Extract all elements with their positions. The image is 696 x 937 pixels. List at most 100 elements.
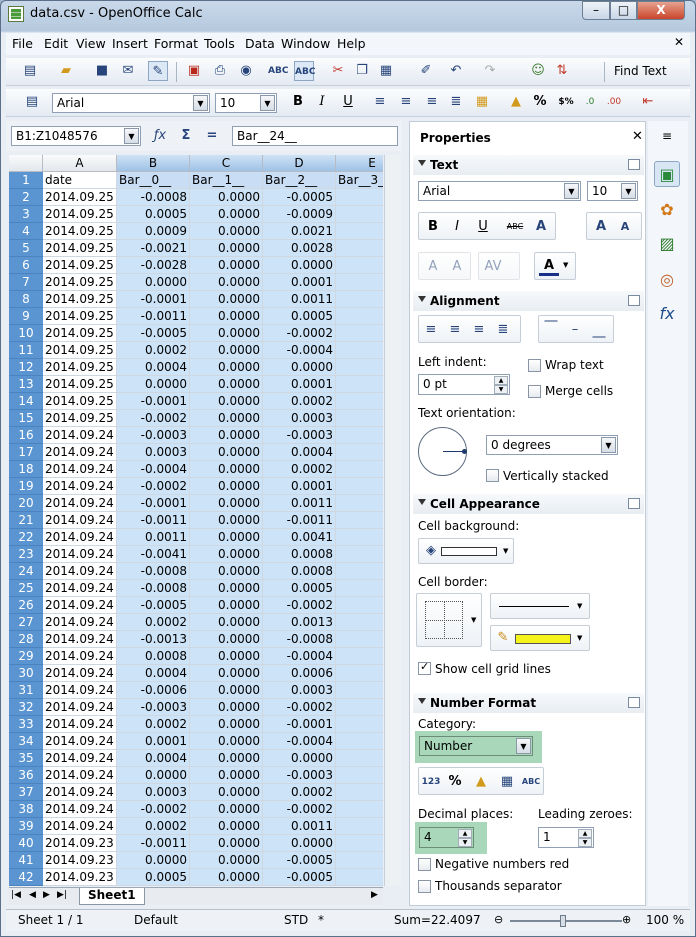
table-cell[interactable]: 0.0 — [336, 393, 383, 410]
table-cell[interactable]: -0.0005 — [263, 189, 336, 206]
table-cell[interactable]: 2014.09.25 — [43, 308, 117, 325]
column-header-b[interactable]: B — [117, 155, 190, 172]
spellcheck-icon[interactable]: ABC — [268, 61, 288, 81]
chevron-down-icon[interactable]: ▼ — [601, 437, 616, 453]
table-cell[interactable]: 2014.09.24 — [43, 716, 117, 733]
row-header[interactable]: 22 — [9, 529, 43, 546]
table-cell[interactable]: 0.0000 — [190, 801, 263, 818]
more-options-icon[interactable] — [628, 498, 640, 509]
next-sheet-icon[interactable]: ▶ — [43, 890, 50, 900]
header-cell[interactable]: Bar__2__ — [263, 172, 336, 189]
leading-zeroes-field[interactable]: 1 ▲ ▼ — [538, 827, 594, 848]
align-right-icon[interactable]: ≡ — [469, 320, 489, 340]
row-header[interactable]: 28 — [9, 631, 43, 648]
menu-tools[interactable]: Tools — [204, 36, 235, 51]
minimize-button[interactable]: – — [582, 1, 610, 20]
table-cell[interactable]: 0.0000 — [190, 529, 263, 546]
table-cell[interactable]: 0.0011 — [263, 818, 336, 835]
decimal-places-field[interactable]: 4 ▲ ▼ — [419, 827, 474, 848]
table-cell[interactable]: -0.0003 — [117, 699, 190, 716]
table-cell[interactable]: 0.0 — [336, 631, 383, 648]
row-header[interactable]: 33 — [9, 716, 43, 733]
table-cell[interactable]: 0.0001 — [263, 274, 336, 291]
chevron-down-icon[interactable]: ▼ — [124, 128, 139, 144]
table-cell[interactable]: 2014.09.25 — [43, 223, 117, 240]
merge-cells-icon[interactable]: ▦ — [472, 92, 492, 112]
table-cell[interactable]: 0.0 — [336, 495, 383, 512]
menu-file[interactable]: File — [12, 36, 33, 51]
menu-help[interactable]: Help — [337, 36, 366, 51]
table-cell[interactable]: -0.0 — [336, 733, 383, 750]
table-cell[interactable]: 0.0 — [336, 665, 383, 682]
table-cell[interactable]: 0.0000 — [190, 393, 263, 410]
table-cell[interactable]: -0.0001 — [117, 495, 190, 512]
sort-icon[interactable]: ⇅ — [552, 61, 572, 81]
percent-icon[interactable]: % — [445, 772, 465, 792]
table-cell[interactable]: -0.0 — [336, 767, 383, 784]
table-cell[interactable]: -0.0002 — [117, 478, 190, 495]
table-cell[interactable]: 0.0011 — [263, 495, 336, 512]
table-cell[interactable]: 0.0000 — [190, 495, 263, 512]
chevron-down-icon[interactable]: ▼ — [577, 634, 582, 642]
superscript-icon[interactable]: A — [423, 257, 443, 277]
table-cell[interactable]: 0.0008 — [263, 563, 336, 580]
table-cell[interactable]: 0.0000 — [190, 478, 263, 495]
table-cell[interactable]: 0.0004 — [263, 444, 336, 461]
table-cell[interactable]: 2014.09.25 — [43, 376, 117, 393]
table-cell[interactable]: 2014.09.24 — [43, 461, 117, 478]
menu-view[interactable]: View — [76, 36, 106, 51]
table-cell[interactable]: 2014.09.24 — [43, 733, 117, 750]
table-cell[interactable]: 2014.09.24 — [43, 648, 117, 665]
table-cell[interactable]: -0.0005 — [263, 869, 336, 886]
table-cell[interactable]: 0.0 — [336, 529, 383, 546]
row-header[interactable]: 27 — [9, 614, 43, 631]
row-header[interactable]: 5 — [9, 240, 43, 257]
align-top-icon[interactable]: ⎺ — [541, 318, 561, 338]
table-cell[interactable]: 0.0000 — [190, 784, 263, 801]
table-cell[interactable]: 0.0000 — [190, 733, 263, 750]
table-cell[interactable]: 0.0000 — [190, 546, 263, 563]
column-header-c[interactable]: C — [190, 155, 263, 172]
table-cell[interactable]: 0.0000 — [263, 359, 336, 376]
row-header[interactable]: 38 — [9, 801, 43, 818]
wrap-text-checkbox[interactable] — [528, 359, 541, 372]
line-style-picker[interactable]: ▼ — [490, 593, 590, 619]
table-cell[interactable]: 0.0 — [336, 427, 383, 444]
table-cell[interactable]: 0.0 — [336, 614, 383, 631]
text-format-icon[interactable]: ABC — [521, 772, 541, 792]
cell-background-picker[interactable]: ◈ ▼ — [418, 538, 514, 564]
table-cell[interactable]: 2014.09.24 — [43, 512, 117, 529]
table-cell[interactable]: -0.0005 — [117, 325, 190, 342]
align-center-icon[interactable]: ≡ — [445, 320, 465, 340]
number-format-icon[interactable]: $% — [556, 92, 576, 112]
align-middle-icon[interactable]: – — [565, 320, 585, 340]
row-header[interactable]: 20 — [9, 495, 43, 512]
table-cell[interactable]: -0.0008 — [117, 563, 190, 580]
functions-deck-icon[interactable]: fx — [654, 301, 680, 327]
table-cell[interactable]: 0.0000 — [190, 427, 263, 444]
shadow-icon[interactable]: A — [531, 217, 551, 237]
align-left-icon[interactable]: ≡ — [370, 92, 390, 112]
row-header[interactable]: 12 — [9, 359, 43, 376]
panel-underline-icon[interactable]: U — [473, 217, 493, 237]
zoom-in-icon[interactable]: ⊕ — [622, 913, 631, 926]
row-header[interactable]: 34 — [9, 733, 43, 750]
justify-icon[interactable]: ≣ — [493, 320, 513, 340]
table-cell[interactable]: 0.0 — [336, 716, 383, 733]
row-header[interactable]: 26 — [9, 597, 43, 614]
orientation-dial[interactable] — [418, 427, 467, 476]
bold-button[interactable]: B — [288, 92, 308, 112]
undo-icon[interactable]: ↶ — [446, 61, 466, 81]
table-cell[interactable]: -0.0001 — [263, 716, 336, 733]
close-document-icon[interactable]: ✕ — [674, 35, 684, 49]
table-cell[interactable]: -0.0013 — [117, 631, 190, 648]
table-cell[interactable]: 2014.09.24 — [43, 818, 117, 835]
row-header[interactable]: 31 — [9, 682, 43, 699]
table-cell[interactable]: -0.0002 — [263, 325, 336, 342]
table-cell[interactable]: 0.0 — [336, 274, 383, 291]
table-cell[interactable]: 2014.09.24 — [43, 529, 117, 546]
table-cell[interactable]: 2014.09.24 — [43, 546, 117, 563]
table-cell[interactable]: 0.0000 — [190, 223, 263, 240]
table-cell[interactable]: 0.0000 — [190, 682, 263, 699]
table-cell[interactable]: 0.0 — [336, 563, 383, 580]
